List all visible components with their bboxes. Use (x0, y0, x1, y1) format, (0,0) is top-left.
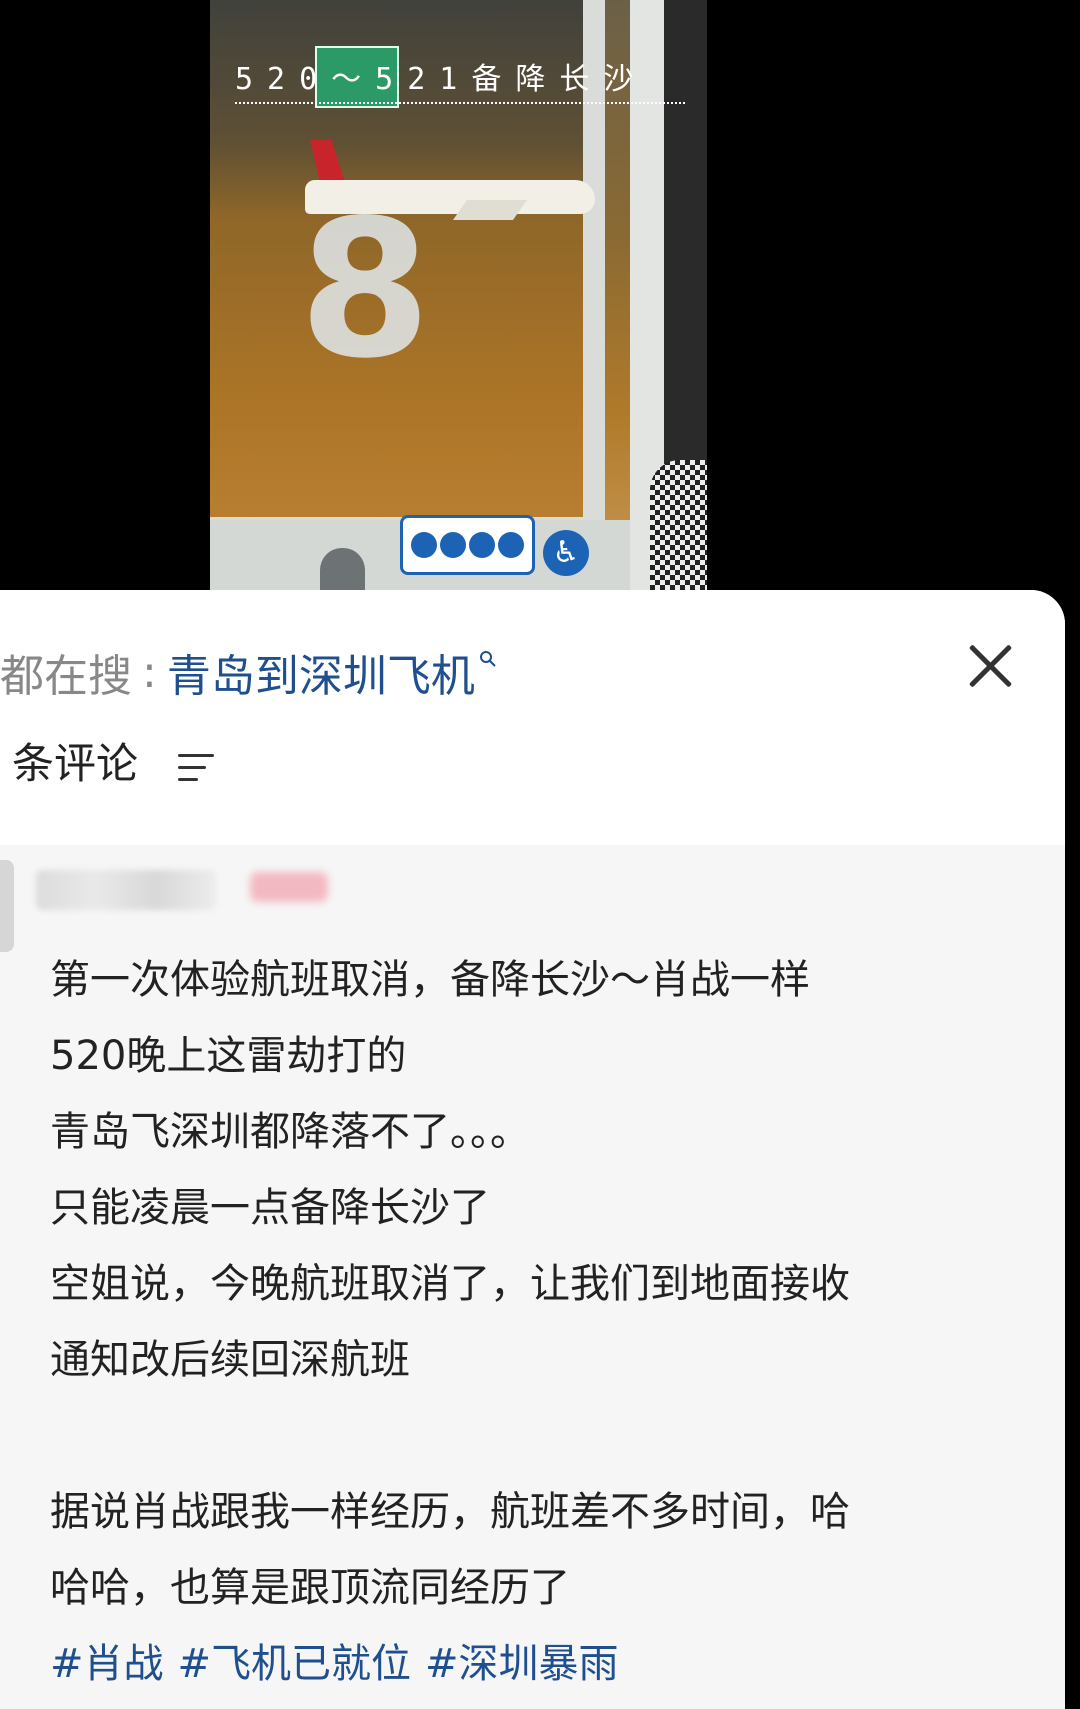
seat-icon (469, 532, 496, 558)
username-blurred[interactable] (36, 870, 216, 910)
comment-line: 520晚上这雷劫打的 (50, 1033, 407, 1079)
comment-line: 青岛飞深圳都降落不了。。。 (50, 1109, 530, 1155)
passenger-shirt (650, 460, 707, 590)
video-area[interactable]: 8 ♿ 520～521备降长沙 (0, 0, 1080, 600)
hashtag-link[interactable]: #肖战 (50, 1626, 164, 1702)
priority-seat-sticker (400, 515, 535, 575)
window-number: 8 (298, 179, 432, 400)
comment-line: 据说肖战跟我一样经历，航班差不多时间，哈 (50, 1489, 850, 1535)
hashtag-link[interactable]: #飞机已就位 (178, 1626, 412, 1702)
comment-line: 空姐说，今晚航班取消了，让我们到地面接收 (50, 1261, 850, 1307)
comment-panel-header: 都在搜 : 青岛到深圳飞机 条评论 (0, 590, 1065, 845)
trending-search-prefix: 都在搜 (0, 651, 132, 702)
comment-text: 第一次体验航班取消，备降长沙～肖战一样 520晚上这雷劫打的 青岛飞深圳都降落不… (50, 942, 1040, 1702)
hashtag-row: #肖战 #飞机已就位 #深圳暴雨 (50, 1626, 1040, 1702)
close-icon[interactable] (962, 638, 1018, 694)
comment-line: 第一次体验航班取消，备降长沙～肖战一样 (50, 957, 810, 1003)
seat-icon (410, 532, 437, 558)
comment-line: 哈哈，也算是跟顶流同经历了 (50, 1565, 570, 1611)
trending-search[interactable]: 都在搜 : 青岛到深圳飞机 (0, 640, 497, 704)
search-icon[interactable] (479, 650, 497, 668)
avatar[interactable] (0, 860, 14, 952)
trending-search-separator: : (142, 646, 157, 698)
comment-count-label: 条评论 (12, 739, 139, 788)
comment-count: 条评论 (12, 730, 138, 791)
trending-search-term[interactable]: 青岛到深圳飞机 (167, 640, 475, 704)
comment-panel: 都在搜 : 青岛到深圳飞机 条评论 第一次体验航班取消，备降长沙～肖战一样 52… (0, 590, 1065, 1709)
hashtag-link[interactable]: #深圳暴雨 (425, 1626, 619, 1702)
sort-icon[interactable] (178, 750, 214, 786)
seat-handle (320, 548, 365, 590)
seat-icon (498, 532, 525, 558)
user-badge-blurred (250, 872, 328, 902)
comment-line: 通知改后续回深航班 (50, 1337, 410, 1383)
seat-icon (439, 532, 466, 558)
comment-blank-line (50, 1398, 1040, 1474)
video-caption: 520～521备降长沙 (235, 54, 685, 104)
comment-line: 只能凌晨一点备降长沙了 (50, 1185, 490, 1231)
accessibility-icon: ♿ (543, 530, 589, 576)
